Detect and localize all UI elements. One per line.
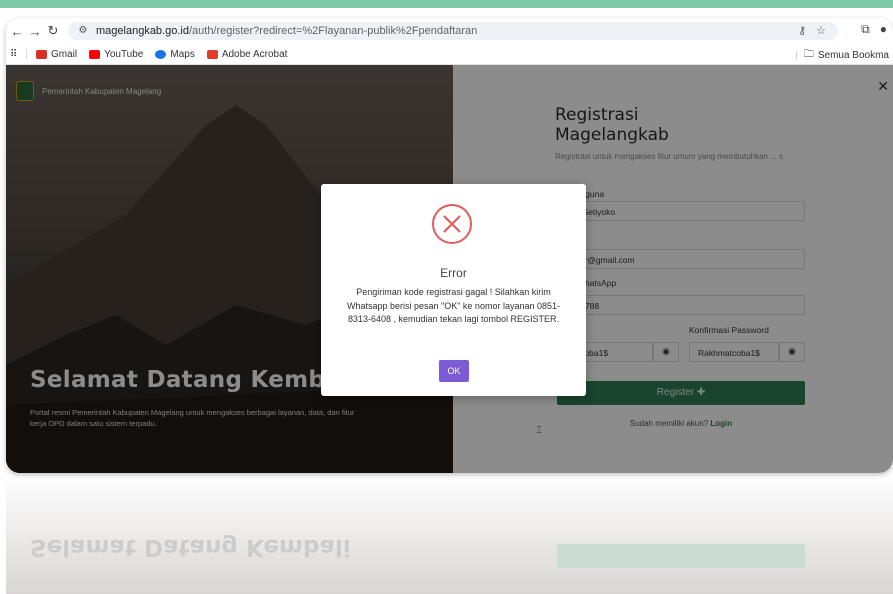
mouse-cursor-icon: ⌶ xyxy=(536,425,542,436)
forward-icon[interactable]: → xyxy=(26,24,44,39)
all-bookmarks[interactable]: | 🗀 Semua Bookma xyxy=(795,47,889,64)
back-icon[interactable]: ← xyxy=(8,24,26,39)
bookmarks-bar: ⠿ | Gmail YouTube Maps Adobe Acrobat | 🗀… xyxy=(6,44,893,65)
extensions-icon[interactable]: ⧉ xyxy=(861,22,870,37)
modal-title: Error xyxy=(440,266,467,280)
reload-icon[interactable]: ↻ xyxy=(44,23,62,39)
modal-message: Pengiriman kode registrasi gagal ! Silah… xyxy=(346,287,560,324)
password-key-icon[interactable]: ⚷ xyxy=(798,24,806,37)
maps-icon xyxy=(155,49,167,59)
bookmark-star-icon[interactable]: ☆ xyxy=(816,24,826,37)
bookmark-acrobat[interactable]: Adobe Acrobat xyxy=(206,49,287,60)
url-path: /auth/register?redirect=%2Flayanan-publi… xyxy=(188,25,478,37)
error-x-icon xyxy=(432,204,472,244)
url-host: magelangkab.go.id xyxy=(96,25,189,37)
ok-button[interactable]: OK xyxy=(439,360,469,382)
browser-toolbar: ← → ↻ ⚙ magelangkab.go.id/auth/register?… xyxy=(6,18,893,44)
gmail-icon xyxy=(35,49,47,59)
site-info-icon[interactable]: ⚙ xyxy=(74,25,92,37)
address-bar[interactable]: ⚙ magelangkab.go.id/auth/register?redire… xyxy=(68,22,838,40)
reflection: Selamat Datang Kembali xyxy=(6,476,893,594)
youtube-icon xyxy=(89,49,101,59)
bookmark-youtube[interactable]: YouTube xyxy=(89,49,143,60)
profile-icon[interactable]: ● xyxy=(880,22,887,37)
apps-grid-icon[interactable]: ⠿ xyxy=(10,49,17,60)
bookmark-maps[interactable]: Maps xyxy=(155,49,195,60)
acrobat-icon xyxy=(206,49,218,59)
bookmark-gmail[interactable]: Gmail xyxy=(35,49,77,60)
folder-icon: 🗀 xyxy=(803,49,814,60)
browser-window: ← → ↻ ⚙ magelangkab.go.id/auth/register?… xyxy=(6,18,893,473)
window-top-band xyxy=(0,0,893,8)
error-modal: Error Pengiriman kode registrasi gagal !… xyxy=(321,184,586,396)
